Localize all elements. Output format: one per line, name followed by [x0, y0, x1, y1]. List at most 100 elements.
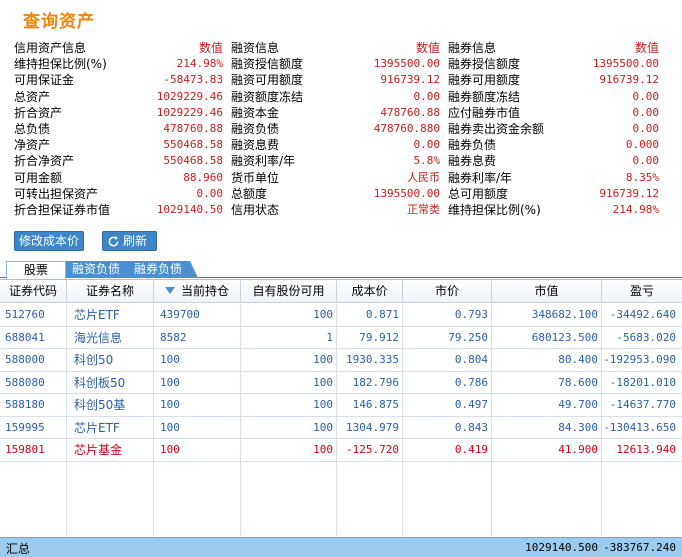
info-label: 货币单位 — [231, 170, 280, 185]
cell-code: 588080 — [5, 375, 45, 389]
info-value: 5.8% — [413, 154, 441, 168]
info-value: 0.000 — [625, 138, 659, 152]
col-price[interactable]: 市价 — [403, 280, 492, 303]
info-value: 数值 — [415, 41, 440, 55]
cell-own-available: 100 — [313, 308, 333, 321]
info-label: 总资产 — [14, 89, 51, 104]
info-cell: 融券负债 0.000 — [448, 137, 659, 153]
cell-pnl: -18201.010 — [609, 375, 676, 389]
table-body: 512760 芯片ETF 439700 100 0.871 0.793 348682.100… — [0, 304, 682, 462]
col-pnl[interactable]: 盈亏 — [602, 280, 682, 303]
col-code[interactable]: 证券代码 — [0, 280, 67, 303]
cell-own-available: 100 — [313, 398, 333, 411]
info-cell: 折合净资产 550468.58 — [14, 153, 231, 169]
table-row[interactable]: 688041 海光信息 8582 1 79.912 79.250 680123.500 -56… — [0, 327, 682, 349]
info-value: 478760.88 — [380, 105, 440, 119]
cell-pnl: -14637.770 — [609, 398, 676, 411]
cell-position: 100 — [160, 398, 180, 411]
info-cell: 可转出担保资产 0.00 — [14, 186, 231, 202]
info-label: 融券可用额度 — [448, 73, 521, 88]
table-row[interactable]: 512760 芯片ETF 439700 100 0.871 0.793 348682.100… — [0, 304, 682, 327]
info-row: 可用保证金 -58473.83 融资可用额度 916739.12 融券可用额度 91673… — [14, 72, 659, 88]
table-header: 证券代码 证券名称 当前持仓 自有股份可用 成本价 市价 市值 盈亏 — [0, 280, 682, 303]
cell-pnl: 12613.940 — [616, 443, 676, 456]
info-cell: 维持担保比例(%) 214.98% — [14, 56, 231, 72]
col-market-value[interactable]: 市值 — [492, 280, 602, 303]
info-cell: 融资额度冻结 0.00 — [231, 89, 448, 105]
info-value: 916739.12 — [599, 73, 659, 87]
col-cost[interactable]: 成本价 — [337, 280, 403, 303]
info-value: 214.98% — [176, 57, 223, 71]
cell-market-value: 41.900 — [558, 443, 598, 456]
col-name[interactable]: 证券名称 — [67, 280, 154, 303]
info-value: 88.960 — [183, 170, 223, 184]
cell-own-available: 1 — [326, 330, 333, 344]
cell-name: 科创板50 — [74, 375, 126, 390]
info-label: 可用保证金 — [14, 73, 75, 88]
info-cell: 融资息费 0.00 — [231, 137, 448, 153]
cell-market-value: 49.700 — [558, 398, 598, 411]
cell-position: 100 — [160, 443, 180, 456]
info-cell: 应付融券市值 0.00 — [448, 105, 659, 121]
cell-market-value: 84.300 — [558, 420, 598, 434]
info-label: 信用状态 — [231, 202, 280, 217]
cell-price: 0.419 — [454, 443, 488, 456]
tab-stocks[interactable]: 股票 — [6, 261, 66, 279]
tab-margin-debt[interactable]: 融资负债 — [66, 261, 136, 278]
info-cell: 融资可用额度 916739.12 — [231, 72, 448, 88]
summary-pnl: -383767.240 — [603, 541, 676, 554]
info-value: 916739.12 — [599, 186, 659, 200]
info-row: 维持担保比例(%) 214.98% 融资授信额度 1395500.00 融券授信额度 13… — [14, 56, 659, 72]
info-cell: 融资信息 数值 — [231, 40, 448, 56]
positions-table: 证券代码 证券名称 当前持仓 自有股份可用 成本价 市价 市值 盈亏 51276… — [0, 279, 682, 538]
table-row[interactable]: 588180 科创50基 100 100 146.875 0.497 49.700 -1463… — [0, 394, 682, 417]
edit-cost-button[interactable]: 修改成本价 — [14, 231, 84, 251]
summary-market-value: 1029140.500 — [525, 541, 598, 554]
cell-market-value: 680123.500 — [531, 330, 598, 344]
cell-own-available: 100 — [313, 375, 333, 389]
table-row[interactable]: 159801 芯片基金 100 100 -125.720 0.419 41.900 12613… — [0, 439, 682, 462]
table-row[interactable]: 588080 科创板50 100 100 182.796 0.786 78.600 -1820… — [0, 372, 682, 394]
info-cell: 融券授信额度 1395500.00 — [448, 56, 659, 72]
info-value: 1029229.46 — [156, 89, 223, 103]
cell-market-value: 348682.100 — [531, 308, 598, 321]
table-row[interactable]: 159995 芯片ETF 100 100 1304.979 0.843 84.300 -130… — [0, 417, 682, 439]
table-row[interactable]: 588000 科创50 100 100 1930.335 0.804 80.400 -1929… — [0, 349, 682, 372]
cell-pnl: -130413.650 — [603, 420, 676, 434]
info-cell: 净资产 550468.58 — [14, 137, 231, 153]
info-value: 8.35% — [625, 170, 659, 184]
info-value: 1029140.50 — [156, 202, 223, 216]
info-label: 融资授信额度 — [231, 57, 304, 72]
info-label: 可用金额 — [14, 170, 63, 185]
cell-code: 512760 — [5, 308, 45, 321]
cell-position: 100 — [160, 353, 180, 366]
info-value: 1395500.00 — [373, 57, 440, 71]
info-value: 0.00 — [632, 121, 660, 135]
cell-price: 0.786 — [454, 375, 488, 389]
refresh-button[interactable]: 刷新 — [102, 231, 157, 251]
info-row: 可用金额 88.960 货币单位 人民币 融券利率/年 8.35% — [14, 170, 659, 186]
info-row: 信用资产信息 数值 融资信息 数值 融券信息 数值 — [14, 40, 659, 56]
cell-name: 海光信息 — [74, 330, 123, 345]
edit-cost-label: 修改成本价 — [19, 234, 80, 248]
info-value: 0.00 — [413, 89, 441, 103]
tab-short-debt[interactable]: 融券负债 — [128, 261, 198, 278]
info-cell: 总额度 1395500.00 — [231, 186, 448, 202]
cell-market-value: 80.400 — [558, 353, 598, 366]
info-label: 总负债 — [14, 121, 51, 136]
cell-price: 79.250 — [448, 330, 488, 344]
info-cell: 总资产 1029229.46 — [14, 89, 231, 105]
info-label: 融券额度冻结 — [448, 89, 521, 104]
cell-position: 439700 — [160, 308, 200, 321]
col-position[interactable]: 当前持仓 — [154, 280, 241, 303]
col-own-available[interactable]: 自有股份可用 — [241, 280, 337, 303]
info-value: 0.00 — [632, 105, 660, 119]
refresh-label: 刷新 — [123, 234, 148, 248]
cell-cost: 79.912 — [359, 330, 399, 344]
info-label: 折合担保证券市值 — [14, 202, 111, 217]
info-label: 总额度 — [231, 186, 268, 201]
info-value: 1395500.00 — [592, 57, 659, 71]
info-cell: 融券息费 0.00 — [448, 153, 659, 169]
cell-code: 159801 — [5, 443, 45, 456]
info-value: 正常类 — [407, 202, 440, 216]
